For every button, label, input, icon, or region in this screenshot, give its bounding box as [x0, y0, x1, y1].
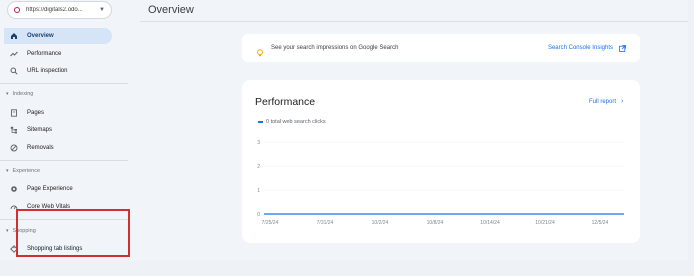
legend-label: 0 total web search clicks	[266, 119, 326, 125]
page-experience-icon	[10, 185, 18, 193]
x-tick-label: 10/2/24	[372, 220, 389, 226]
x-tick-label: 10/8/24	[427, 220, 444, 226]
trending-up-icon	[10, 50, 18, 58]
removals-icon	[10, 144, 18, 152]
insights-banner: See your search impressions on Google Se…	[242, 34, 640, 62]
x-tick-label: 7/25/24	[262, 220, 279, 226]
highlight-box	[16, 209, 130, 257]
sidebar-item-label: Overview	[27, 33, 54, 39]
sitemap-icon	[10, 126, 18, 134]
sidebar-item-performance[interactable]: Performance	[4, 46, 112, 62]
banner-message: See your search impressions on Google Se…	[271, 45, 399, 51]
sidebar-item-url-inspection[interactable]: URL inspection	[4, 63, 112, 79]
divider	[0, 160, 128, 161]
property-selector[interactable]: https://digitals2.odo... ▼	[7, 1, 112, 19]
search-console-insights-link[interactable]: Search Console Insights	[547, 44, 626, 52]
full-report-link[interactable]: Full report ›	[589, 98, 623, 105]
search-icon	[10, 67, 18, 75]
y-tick-label: 0	[257, 212, 260, 218]
property-favicon-icon	[14, 7, 20, 13]
chevron-down-icon: ▾	[6, 168, 9, 174]
sidebar-item-removals[interactable]: Removals	[4, 140, 112, 156]
chart-legend[interactable]: 0 total web search clicks	[258, 119, 326, 125]
chevron-down-icon: ▾	[6, 91, 9, 97]
sidebar-item-label: Pages	[27, 110, 45, 116]
y-tick-label: 1	[257, 188, 260, 194]
legend-swatch	[258, 121, 263, 123]
performance-title: Performance	[255, 96, 316, 108]
y-tick-label: 2	[257, 164, 260, 170]
chevron-down-icon: ▾	[6, 228, 9, 234]
x-tick-label: 12/5/24	[592, 220, 609, 226]
sidebar-item-label: URL inspection	[27, 68, 68, 74]
dropdown-caret-icon: ▼	[99, 7, 105, 13]
section-header-label: Experience	[12, 168, 41, 174]
property-url: https://digitals2.odo...	[26, 7, 83, 13]
search-console-window: https://digitals2.odo... ▼ Overview Perf…	[0, 0, 688, 260]
pages-icon	[10, 109, 18, 117]
sidebar-item-label: Page Experience	[27, 186, 73, 192]
link-label: Full report	[589, 98, 617, 105]
header-divider	[140, 21, 688, 22]
x-tick-label: 10/21/24	[535, 220, 555, 226]
home-icon	[10, 32, 18, 40]
page-title: Overview	[148, 4, 194, 16]
x-tick-label: 10/14/24	[480, 220, 500, 226]
sidebar-item-page-experience[interactable]: Page Experience	[4, 181, 112, 197]
sidebar-item-sitemaps[interactable]: Sitemaps	[4, 122, 112, 138]
sidebar-item-pages[interactable]: Pages	[4, 105, 112, 121]
lightbulb-icon	[256, 44, 264, 57]
section-header-label: Indexing	[12, 91, 34, 97]
performance-card: Performance Full report › 0 total web se…	[242, 80, 640, 243]
section-header-experience[interactable]: ▾ Experience	[6, 168, 40, 174]
open-in-new-icon	[619, 44, 626, 52]
sidebar-item-label: Sitemaps	[27, 127, 53, 133]
x-tick-label: 7/31/24	[317, 220, 334, 226]
section-header-indexing[interactable]: ▾ Indexing	[6, 91, 33, 97]
link-label: Search Console Insights	[547, 45, 613, 51]
y-tick-label: 3	[257, 140, 260, 146]
chevron-right-icon: ›	[621, 98, 624, 105]
sidebar-item-overview[interactable]: Overview	[4, 28, 112, 44]
sidebar-item-label: Removals	[27, 145, 54, 151]
sidebar-item-label: Performance	[27, 51, 62, 57]
performance-chart: 3 2 1 07/25/24 7/31/24 10/2/24 10/8/24 10/14/24…	[257, 140, 624, 226]
divider	[0, 83, 128, 84]
